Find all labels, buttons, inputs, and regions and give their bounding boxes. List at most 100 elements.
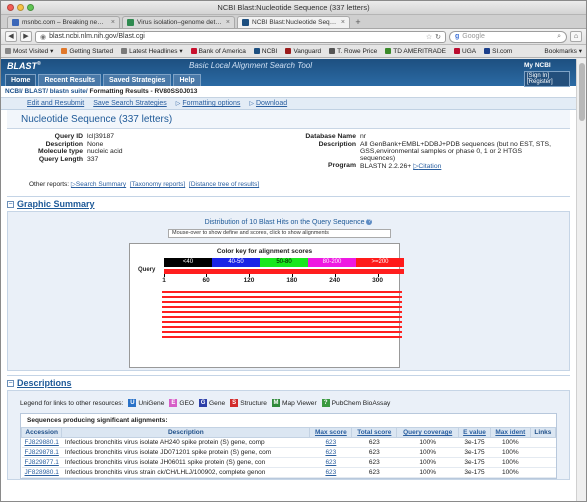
distribution-title-text: Distribution of 10 Blast Hits on the Que…: [204, 219, 365, 226]
close-tab-icon[interactable]: ×: [111, 19, 115, 26]
bookmark-item[interactable]: Getting Started: [61, 48, 113, 55]
my-ncbi-link[interactable]: My NCBI: [524, 62, 570, 69]
column-header[interactable]: Total score: [351, 427, 398, 438]
bookmarks-menu[interactable]: Bookmarks ▾: [544, 47, 582, 55]
bookmark-icon: [253, 48, 260, 54]
column-header[interactable]: Query coverage: [396, 427, 460, 438]
hit-bar[interactable]: [162, 326, 402, 328]
search-summary-link[interactable]: ▷Search Summary: [71, 181, 126, 188]
accession-link[interactable]: FJ829878.1: [21, 447, 62, 458]
bookmark-star-icon[interactable]: ☆: [426, 33, 432, 41]
descriptions-header[interactable]: − Descriptions: [7, 375, 570, 388]
home-button[interactable]: ⌂: [570, 31, 582, 42]
hit-bar[interactable]: [162, 321, 402, 323]
database-name-label: Database Name: [305, 133, 356, 140]
search-input[interactable]: g Google ⌕: [449, 30, 567, 43]
table-cell: 100%: [396, 447, 459, 458]
hit-bar[interactable]: [162, 311, 402, 313]
description-cell: Infectious bronchitis virus isolate JH06…: [61, 457, 310, 468]
tab-label: msnbc.com – Breaking news, sc...: [22, 19, 108, 26]
column-header[interactable]: E value: [458, 427, 491, 438]
tab-msnbc[interactable]: msnbc.com – Breaking news, sc... ×: [7, 16, 120, 28]
resource-legend: Legend for links to other resources: U Un…: [16, 395, 561, 413]
blast-logo[interactable]: BLAST®: [7, 61, 41, 71]
query-details: Query ID lcl|39187 Description None Molecu…: [21, 133, 238, 170]
breadcrumb-links[interactable]: NCBI/ BLAST/ blastn suite/: [5, 88, 88, 95]
menu-help[interactable]: Help: [173, 74, 201, 86]
citation-link[interactable]: ▷Citation: [413, 163, 441, 170]
max-score-link[interactable]: 623: [309, 457, 352, 468]
hit-bar[interactable]: [162, 336, 402, 338]
save-search-strategies-link[interactable]: Save Search Strategies: [93, 100, 167, 107]
distance-tree-link[interactable]: [Distance tree of results]: [189, 181, 259, 188]
hit-bar[interactable]: [162, 301, 402, 303]
forward-button[interactable]: ▶: [20, 31, 32, 42]
accession-link[interactable]: FJ829877.1: [21, 457, 62, 468]
hit-distribution-chart[interactable]: Color key for alignment scores <40 40-50 5…: [129, 243, 404, 368]
bookmark-icon: [285, 48, 292, 54]
accession-link[interactable]: FJ829880.1: [21, 437, 62, 448]
table-cell: 100%: [396, 457, 459, 468]
tab-virus-isolation[interactable]: Virus isolation–genome detection ... ×: [122, 16, 235, 28]
bookmark-item[interactable]: Vanguard: [285, 48, 321, 55]
collapse-icon[interactable]: −: [7, 379, 14, 387]
scrollbar-thumb[interactable]: [579, 63, 585, 121]
hit-bar[interactable]: [162, 306, 402, 308]
accession-link[interactable]: JF828980.1: [21, 467, 62, 478]
vertical-scrollbar[interactable]: [576, 59, 586, 501]
bookmark-item[interactable]: T. Rowe Price: [329, 48, 377, 55]
legend-label: Legend for links to other resources:: [20, 399, 124, 407]
hit-bar[interactable]: [162, 291, 402, 293]
max-score-link[interactable]: 623: [309, 447, 352, 458]
formatting-options-link[interactable]: Formatting options: [182, 100, 240, 107]
max-score-link[interactable]: 623: [309, 467, 352, 478]
main-menu: Home Recent Results Saved Strategies Hel…: [5, 74, 201, 86]
hit-bar[interactable]: [162, 331, 402, 333]
reload-icon[interactable]: ↻: [435, 33, 441, 41]
bookmark-item[interactable]: Latest Headlines ▾: [121, 47, 183, 55]
bookmark-item[interactable]: UGA: [454, 48, 476, 55]
query-id-value: lcl|39187: [87, 133, 115, 140]
address-bar[interactable]: ◉ blast.ncbi.nlm.nih.gov/Blast.cgi ☆ ↻: [35, 30, 446, 43]
hit-bar[interactable]: [162, 316, 402, 318]
new-tab-button[interactable]: +: [352, 18, 364, 28]
bookmark-icon: [190, 48, 197, 54]
menu-home[interactable]: Home: [5, 74, 37, 86]
help-icon[interactable]: ?: [366, 219, 373, 226]
bookmark-label: Bank of America: [198, 47, 246, 55]
column-header: Links: [529, 427, 557, 438]
bookmark-label: Getting Started: [69, 47, 114, 55]
bookmark-item[interactable]: NCBI: [253, 48, 277, 55]
close-tab-icon[interactable]: ×: [226, 19, 230, 26]
collapse-icon[interactable]: −: [7, 200, 14, 208]
bookmark-item[interactable]: Most Visited ▾: [5, 47, 53, 55]
legend-badge-icon: S: [230, 399, 239, 407]
graphic-summary-title[interactable]: Graphic Summary: [17, 199, 95, 209]
search-icon[interactable]: ⌕: [557, 33, 561, 41]
close-tab-icon[interactable]: ×: [341, 19, 345, 26]
download-link[interactable]: Download: [256, 100, 287, 107]
database-name-value: nr: [360, 133, 367, 140]
max-score-link[interactable]: 623: [309, 437, 352, 448]
column-header[interactable]: Max score: [309, 427, 353, 438]
breadcrumb-current: Formatting Results - RV80SS0J013: [87, 88, 198, 95]
edit-resubmit-link[interactable]: Edit and Resubmit: [27, 100, 84, 107]
tab-ncbi-blast[interactable]: NCBI Blast:Nucleotide Sequence ... ×: [237, 16, 350, 28]
sign-in-register-link[interactable]: [Sign In] [Register]: [524, 71, 570, 87]
msnbc-favicon-icon: [12, 19, 19, 26]
graphic-summary-header[interactable]: − Graphic Summary: [7, 196, 570, 209]
menu-recent-results[interactable]: Recent Results: [38, 74, 102, 86]
descriptions-title[interactable]: Descriptions: [17, 378, 72, 388]
column-header[interactable]: Max ident: [489, 427, 531, 438]
bookmark-icon: [329, 48, 336, 54]
hit-bar[interactable]: [162, 296, 402, 298]
table-cell: 3e-175: [458, 467, 491, 478]
bookmark-item[interactable]: TD AMERITRADE: [385, 48, 446, 55]
bookmark-item[interactable]: Bank of America: [190, 47, 246, 55]
legend-label: UniGene: [138, 399, 165, 407]
bookmark-item[interactable]: SI.com: [484, 48, 512, 55]
menu-saved-strategies[interactable]: Saved Strategies: [103, 74, 172, 86]
taxonomy-reports-link[interactable]: [Taxonomy reports]: [130, 181, 185, 188]
back-button[interactable]: ◀: [5, 31, 17, 42]
table-cell: 623: [351, 457, 397, 468]
